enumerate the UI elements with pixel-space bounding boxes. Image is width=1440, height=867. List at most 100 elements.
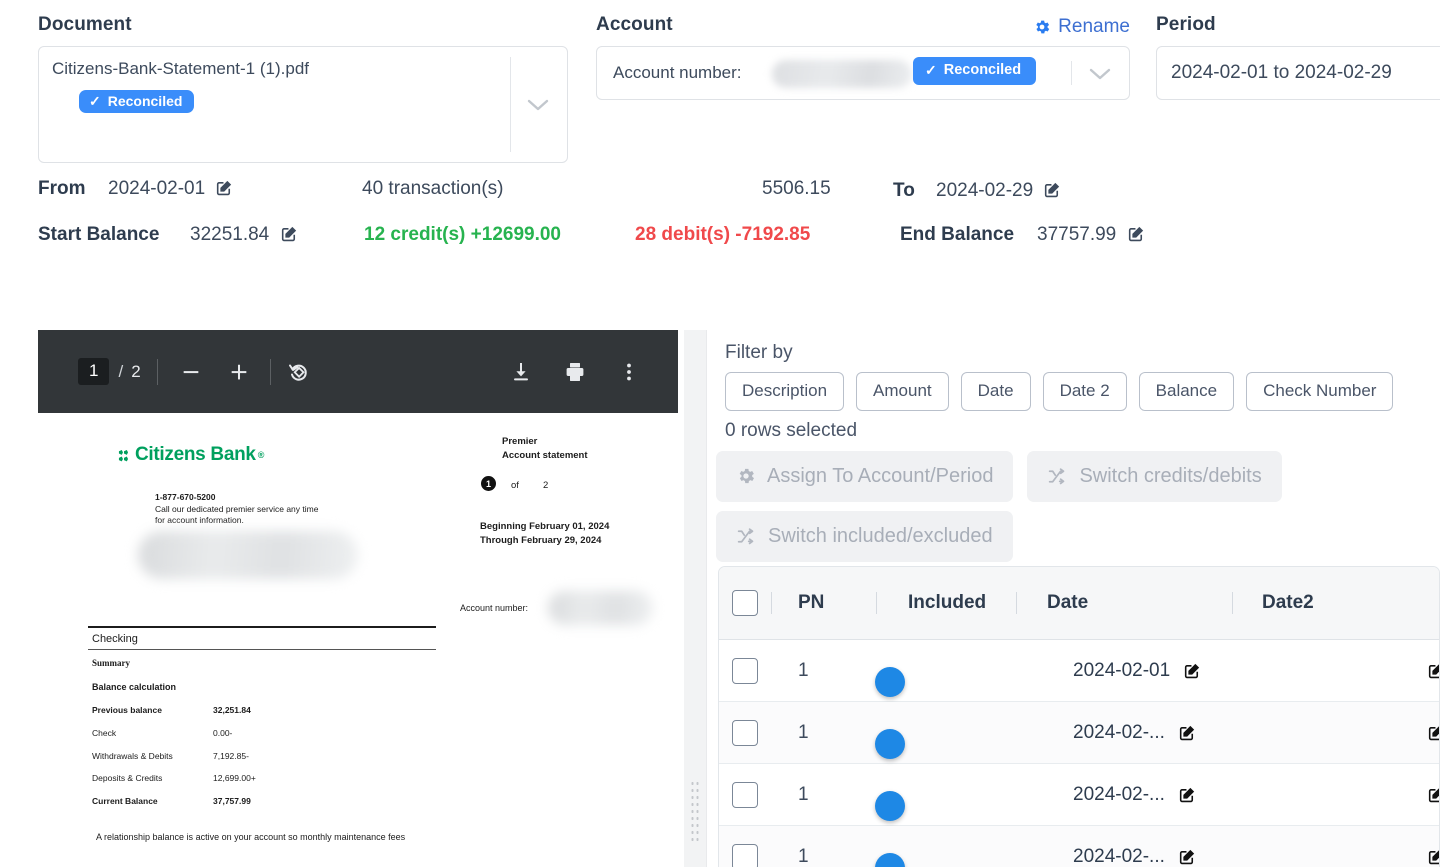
pencil-square-icon[interactable] [1427, 847, 1440, 866]
transaction-count: 40 transaction(s) [362, 178, 504, 200]
table-row[interactable]: 1 2024-02-... [719, 764, 1439, 826]
citizens-bank-logo: Citizens Bank® [118, 444, 264, 466]
filter-chip-balance[interactable]: Balance [1139, 372, 1234, 411]
cell-pn: 1 [771, 846, 876, 867]
citizens-bank-logo-icon [118, 448, 133, 463]
period-value: 2024-02-01 to 2024-02-29 [1171, 62, 1392, 84]
drag-handle-icon[interactable] [690, 780, 700, 842]
pencil-square-icon[interactable] [1127, 224, 1146, 243]
assign-to-account-period-label: Assign To Account/Period [767, 466, 993, 486]
filter-chip-check-number[interactable]: Check Number [1246, 372, 1393, 411]
pdf-row-value: 0.00- [213, 727, 232, 739]
column-header-included[interactable]: Included [877, 592, 1016, 614]
panel-splitter[interactable] [684, 330, 706, 867]
switch-included-excluded-button[interactable]: Switch included/excluded [716, 511, 1013, 562]
cell-pn: 1 [771, 722, 876, 744]
row-checkbox[interactable] [732, 720, 758, 746]
document-select[interactable]: Citizens-Bank-Statement-1 (1).pdf ✓ Reco… [38, 46, 568, 163]
zoom-out-button[interactable] [174, 355, 208, 389]
zoom-in-button[interactable] [222, 355, 256, 389]
pdf-row-label: Withdrawals & Debits [92, 750, 173, 762]
to-value: 2024-02-29 [936, 180, 1062, 202]
pencil-square-icon[interactable] [1427, 785, 1440, 804]
bulk-actions-row-1: Assign To Account/Period Switch credits/… [716, 451, 1440, 502]
print-icon[interactable] [558, 355, 592, 389]
assign-to-account-period-button[interactable]: Assign To Account/Period [716, 451, 1013, 502]
pdf-row-value: 32,251.84 [213, 704, 251, 716]
page-separator: / [118, 362, 123, 382]
credits-summary: 12 credit(s) +12699.00 [364, 224, 561, 246]
pencil-square-icon[interactable] [1178, 785, 1197, 804]
phone-note-line2: for account information. [155, 514, 244, 526]
chevron-down-icon[interactable] [1089, 68, 1111, 81]
to-value-text: 2024-02-29 [936, 180, 1033, 201]
cell-date: 2024-02-01 [1016, 660, 1232, 682]
pdf-balance-calc-title: Balance calculation [92, 681, 176, 694]
chevron-down-icon[interactable] [527, 99, 549, 112]
row-checkbox[interactable] [732, 658, 758, 684]
column-header-pn[interactable]: PN [772, 592, 876, 614]
redacted-pdf-account-number [548, 591, 653, 625]
document-filename: Citizens-Bank-Statement-1 (1).pdf [52, 59, 309, 79]
cell-pn: 1 [771, 784, 876, 806]
account-field-group: Account Rename Account number: ✓ Reconci… [596, 14, 1130, 100]
column-header-date2[interactable]: Date2 [1233, 592, 1314, 614]
bulk-actions-row-2: Switch included/excluded [716, 511, 1440, 562]
cell-date: 2024-02-... [1016, 846, 1232, 867]
debits-summary: 28 debit(s) -7192.85 [635, 224, 810, 246]
more-vertical-icon[interactable] [612, 355, 646, 389]
pencil-square-icon[interactable] [1183, 661, 1202, 680]
pdf-row-value: 12,699.00+ [213, 772, 256, 784]
pdf-row-label: Current Balance [92, 795, 158, 807]
page-total: 2 [131, 362, 140, 382]
through-date: Through February 29, 2024 [480, 534, 601, 548]
row-checkbox[interactable] [732, 782, 758, 808]
pdf-row-label: Check [92, 727, 116, 739]
switch-credits-debits-button[interactable]: Switch credits/debits [1027, 451, 1281, 502]
shuffle-icon [736, 526, 757, 547]
account-number-label: Account number: [613, 63, 742, 83]
pencil-square-icon[interactable] [280, 224, 299, 243]
bank-phone: 1-877-670-5200 [155, 491, 216, 503]
account-select[interactable]: Account number: ✓ Reconciled [596, 46, 1130, 100]
table-row[interactable]: 1 2024-02-... [719, 826, 1439, 867]
pencil-square-icon[interactable] [1427, 661, 1440, 680]
amount-total: 5506.15 [762, 178, 831, 200]
pencil-square-icon[interactable] [1427, 723, 1440, 742]
pencil-square-icon[interactable] [1178, 723, 1197, 742]
pdf-page-content: Citizens Bank® 1-877-670-5200 Call our d… [38, 413, 678, 867]
cell-date-text: 2024-02-... [1073, 846, 1165, 867]
column-header-date[interactable]: Date [1017, 592, 1232, 614]
pencil-square-icon[interactable] [1178, 847, 1197, 866]
rotate-counterclockwise-icon[interactable] [282, 355, 316, 389]
filter-chip-date2[interactable]: Date 2 [1043, 372, 1127, 411]
page-number-input[interactable]: 1 [78, 358, 109, 385]
section-rule [88, 626, 436, 628]
account-divider [1071, 61, 1072, 85]
from-value-text: 2024-02-01 [108, 178, 205, 199]
statement-reconciliation-page: Document Citizens-Bank-Statement-1 (1).p… [0, 0, 1440, 867]
table-row[interactable]: 1 2024-02-01 [719, 640, 1439, 702]
pdf-account-number-label: Account number: [460, 602, 528, 615]
download-icon[interactable] [504, 355, 538, 389]
pdf-viewer: 1 / 2 [38, 330, 678, 867]
pdf-page-of: of [511, 479, 519, 493]
table-row[interactable]: 1 2024-02-... [719, 702, 1439, 764]
select-all-checkbox[interactable] [732, 590, 758, 616]
gear-icon [736, 466, 756, 486]
pdf-section-title: Checking [92, 632, 138, 648]
toggle-knob [875, 729, 905, 759]
filter-chip-date[interactable]: Date [961, 372, 1031, 411]
rename-button[interactable]: Rename [1033, 16, 1130, 38]
shuffle-icon [1047, 466, 1068, 487]
pdf-row-value: 37,757.99 [213, 795, 251, 807]
period-field-group: Period 2024-02-01 to 2024-02-29 [1156, 14, 1440, 100]
toggle-knob [875, 853, 905, 867]
row-checkbox[interactable] [732, 844, 758, 867]
filter-chip-amount[interactable]: Amount [856, 372, 949, 411]
pencil-square-icon[interactable] [215, 178, 234, 197]
filter-chip-description[interactable]: Description [725, 372, 844, 411]
rename-label: Rename [1058, 16, 1130, 38]
period-select[interactable]: 2024-02-01 to 2024-02-29 [1156, 46, 1440, 100]
pencil-square-icon[interactable] [1043, 180, 1062, 199]
